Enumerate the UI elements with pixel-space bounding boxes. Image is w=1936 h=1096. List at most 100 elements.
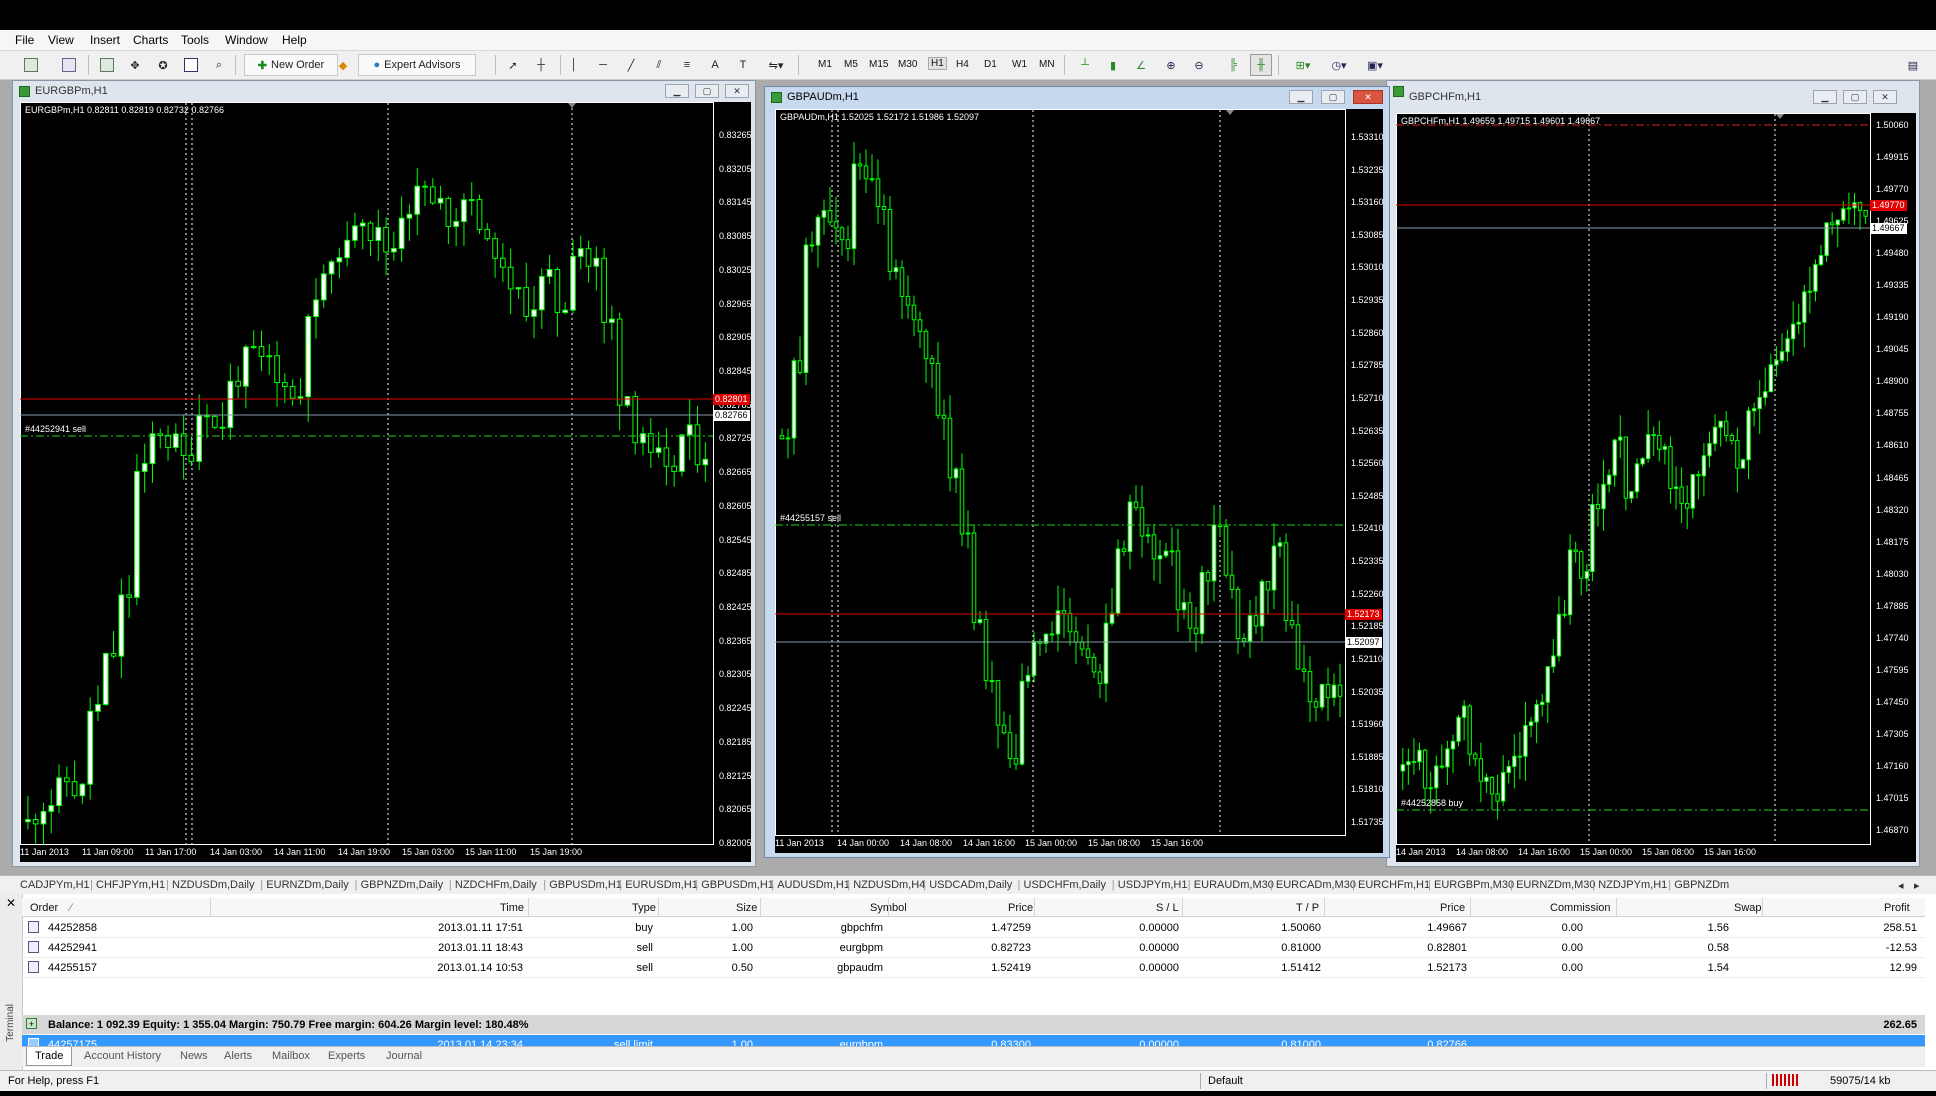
terminal-icon[interactable] — [180, 54, 202, 76]
status-profile[interactable]: Default — [1208, 1075, 1243, 1087]
chart-tab[interactable]: EURUSDm,H1 — [625, 879, 698, 891]
header-time[interactable]: Time — [500, 902, 524, 914]
chart-tab[interactable]: EURAUDm,M30 — [1194, 879, 1274, 891]
price-axis[interactable]: 0.83265 0.83205 0.83145 0.83085 0.83025 0.829… — [713, 102, 751, 848]
expert-advisors-button[interactable]: ● Expert Advisors — [358, 54, 476, 76]
timeframe-h4[interactable]: H4 — [956, 59, 969, 70]
timeframe-m30[interactable]: M30 — [898, 59, 917, 70]
timeframe-w1[interactable]: W1 — [1012, 59, 1027, 70]
templates-icon[interactable]: ▣▾ — [1360, 54, 1390, 76]
crosshair-icon[interactable]: ┼ — [530, 54, 552, 76]
chart-tab[interactable]: USDJPYm,H1 — [1118, 879, 1188, 891]
text-icon[interactable]: A — [704, 54, 726, 76]
menu-tools[interactable]: Tools — [181, 33, 209, 47]
tab-scroll-left-icon[interactable]: ◂ — [1898, 879, 1904, 892]
header-commission[interactable]: Commission — [1550, 902, 1611, 914]
header-tp[interactable]: T / P — [1296, 902, 1319, 914]
timeframe-h1[interactable]: H1 — [928, 57, 947, 70]
tab-trade[interactable]: Trade — [26, 1047, 73, 1066]
price-chart[interactable]: GBPAUDm,H1 1.52025 1.52172 1.51986 1.520… — [775, 109, 1383, 853]
chart-window-eurgbp[interactable]: EURGBPm,H1 ▁ ▢ ✕ EURGBPm,H1 0.82811 0.82… — [12, 80, 756, 867]
price-axis[interactable]: 1.53310 1.53235 1.53160 1.53085 1.53010 1.529… — [1345, 109, 1383, 835]
timeframe-m1[interactable]: M1 — [818, 59, 832, 70]
minimize-button[interactable]: ▁ — [1813, 90, 1837, 104]
tab-mailbox[interactable]: Mailbox — [272, 1050, 310, 1062]
candlestick-icon[interactable]: ▮ — [1102, 54, 1124, 76]
header-current-price[interactable]: Price — [1440, 902, 1465, 914]
menu-window[interactable]: Window — [225, 33, 268, 47]
text-label-icon[interactable]: T — [732, 54, 754, 76]
chart-tab[interactable]: NZDUSDm,Daily — [172, 879, 255, 891]
chart-tab[interactable]: GBPNZDm,Daily — [361, 879, 444, 891]
header-sl[interactable]: S / L — [1156, 902, 1179, 914]
tab-news[interactable]: News — [180, 1050, 208, 1062]
chart-tab[interactable]: AUDUSDm,H1 — [777, 879, 850, 891]
maximize-button[interactable]: ▢ — [695, 84, 719, 98]
equidistant-channel-icon[interactable]: ⫽ — [648, 54, 670, 76]
tab-journal[interactable]: Journal — [386, 1050, 422, 1062]
minimize-button[interactable]: ▁ — [665, 84, 689, 98]
header-type[interactable]: Type — [632, 902, 656, 914]
vertical-line-icon[interactable]: │ — [566, 54, 582, 76]
chart-tab[interactable]: GBPUSDm,H1 — [701, 879, 774, 891]
order-line-label[interactable]: #44255157 sell — [780, 513, 841, 523]
chart-window-gbpchf[interactable]: GBPCHFm,H1 ▁ ▢ ✕ GBPCHFm,H1 1.49659 1.49… — [1386, 80, 1920, 867]
trendline-icon[interactable]: ╱ — [620, 54, 642, 76]
price-chart[interactable]: EURGBPm,H1 0.82811 0.82819 0.82732 0.827… — [20, 102, 751, 862]
timeframe-m15[interactable]: M15 — [869, 59, 888, 70]
menu-insert[interactable]: Insert — [90, 33, 120, 47]
chart-tab[interactable]: EURNZDm,Daily — [266, 879, 349, 891]
order-line-label[interactable]: #44252941 sell — [25, 424, 86, 434]
chart-tab[interactable]: USDCADm,Daily — [929, 879, 1012, 891]
chart-window-gbpaud[interactable]: GBPAUDm,H1 ▁ ▢ ✕ GBPAUDm,H1 1.52025 1.52… — [764, 86, 1390, 858]
chart-tab[interactable]: NZDCHFm,Daily — [455, 879, 537, 891]
new-order-button[interactable]: ✚ New Order — [244, 54, 338, 76]
profiles-icon[interactable] — [54, 54, 84, 76]
trade-row[interactable]: 44252941 2013.01.11 18:43 sell 1.00 eurgbpm 0… — [22, 938, 1925, 958]
favorites-icon[interactable]: ✪ — [152, 54, 174, 76]
zoom-in-icon[interactable]: ⊕ — [1160, 54, 1182, 76]
arrows-icon[interactable]: ⇋▾ — [760, 54, 792, 76]
header-size[interactable]: Size — [736, 902, 757, 914]
chart-tab[interactable]: EURCADm,M30 — [1276, 879, 1356, 891]
indicators-icon[interactable]: ⊞▾ — [1288, 54, 1318, 76]
search-community-icon[interactable]: ▤ — [1902, 54, 1924, 76]
metaeditor-icon[interactable]: ◆ — [332, 54, 354, 76]
zoom-out-icon[interactable]: ⊖ — [1188, 54, 1210, 76]
trade-row[interactable]: 44252858 2013.01.11 17:51 buy 1.00 gbpchfm 1.… — [22, 918, 1925, 938]
menu-charts[interactable]: Charts — [133, 33, 168, 47]
bar-chart-icon[interactable]: ┴ — [1074, 54, 1096, 76]
close-button[interactable]: ✕ — [725, 84, 749, 98]
close-button[interactable]: ✕ — [1873, 90, 1897, 104]
menu-help[interactable]: Help — [282, 33, 307, 47]
chart-tab[interactable]: GBPUSDm,H1 — [549, 879, 622, 891]
chart-tab[interactable]: CHFJPYm,H1 — [96, 879, 165, 891]
close-icon[interactable]: ✕ — [6, 896, 16, 910]
maximize-button[interactable]: ▢ — [1321, 90, 1345, 104]
menu-file[interactable]: File — [15, 33, 34, 47]
chart-shift-icon[interactable]: ╫ — [1250, 54, 1272, 76]
chart-tab[interactable]: EURCHFm,H1 — [1358, 879, 1430, 891]
tab-scroll-right-icon[interactable]: ▸ — [1914, 879, 1920, 892]
menu-view[interactable]: View — [48, 33, 74, 47]
strategy-tester-icon[interactable]: ⌕ — [208, 54, 230, 76]
chart-tab[interactable]: EURGBPm,M30 — [1434, 879, 1514, 891]
auto-scroll-icon[interactable]: ╠ — [1222, 54, 1244, 76]
cursor-icon[interactable]: ➚ — [502, 54, 524, 76]
chart-tab[interactable]: USDCHFm,Daily — [1024, 879, 1107, 891]
collapse-icon[interactable]: + — [26, 1018, 37, 1029]
tab-account-history[interactable]: Account History — [84, 1050, 161, 1062]
market-watch-icon[interactable] — [96, 54, 118, 76]
header-price[interactable]: Price — [1008, 902, 1033, 914]
price-chart[interactable]: GBPCHFm,H1 1.49659 1.49715 1.49601 1.496… — [1396, 113, 1916, 862]
trade-row[interactable]: 44255157 2013.01.14 10:53 sell 0.50 gbpaudm 1… — [22, 958, 1925, 978]
close-button[interactable]: ✕ — [1353, 90, 1383, 104]
fibonacci-icon[interactable]: ≡ — [676, 54, 698, 76]
periods-icon[interactable]: ◷▾ — [1324, 54, 1354, 76]
chart-tab[interactable]: NZDJPYm,H1 — [1598, 879, 1667, 891]
line-chart-icon[interactable]: ∠ — [1130, 54, 1152, 76]
chart-tab[interactable]: GBPNZDm — [1674, 879, 1729, 891]
chart-tab[interactable]: NZDUSDm,H4 — [853, 879, 925, 891]
header-profit[interactable]: Profit — [1884, 902, 1910, 914]
timeframe-mn[interactable]: MN — [1039, 59, 1055, 70]
